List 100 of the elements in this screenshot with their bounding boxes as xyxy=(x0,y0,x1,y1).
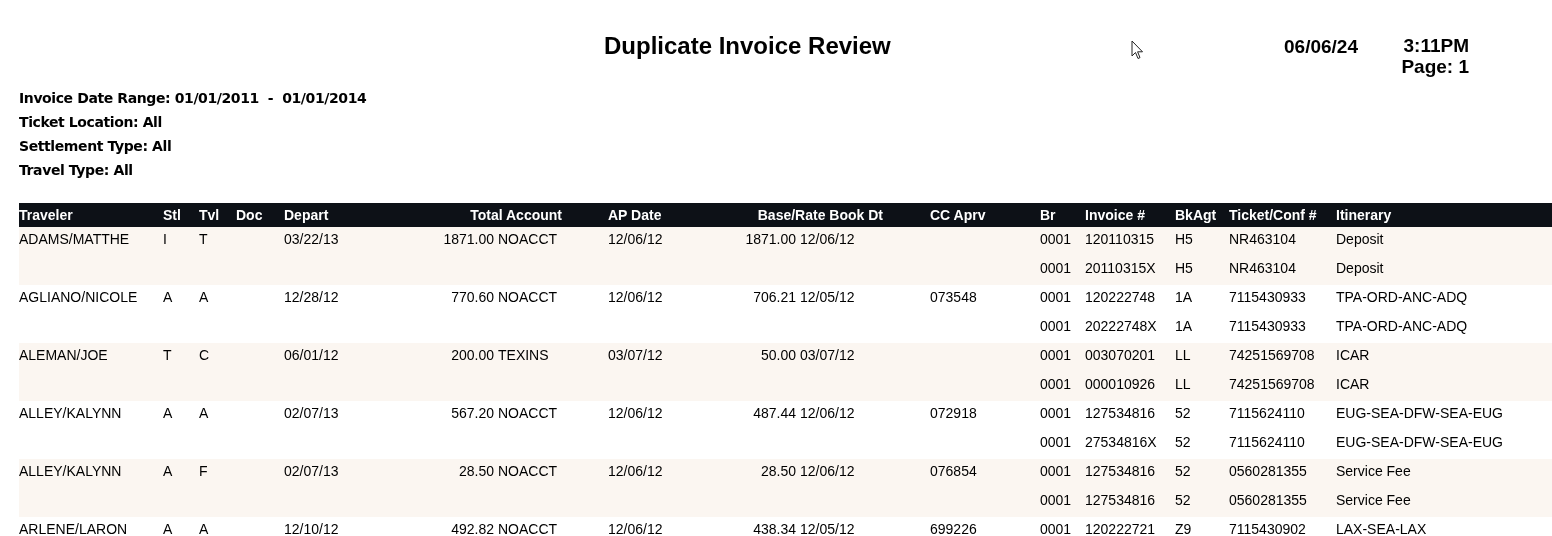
branch-cell-text: 0001 xyxy=(1040,231,1073,247)
settlement-cell-text: T xyxy=(163,347,173,363)
agent-cell-text: 1A xyxy=(1175,289,1194,305)
branch-cell-text: 0001 xyxy=(1040,318,1073,334)
amount-cell-text: 200.00 xyxy=(450,347,495,363)
invoice-cell-text: 127534816 xyxy=(1085,405,1157,421)
agent-cell-text: Z9 xyxy=(1175,521,1193,536)
travel-type-cell-text: T xyxy=(199,231,209,247)
depart-cell-text: 12/10/12 xyxy=(284,521,340,536)
travel-type-cell-text: A xyxy=(199,521,210,536)
amount-cell-text: 492.82 xyxy=(450,521,495,536)
branch-cell-text: 0001 xyxy=(1040,260,1073,276)
ap-date-cell-text: 12/06/12 xyxy=(607,405,664,421)
agent-cell-text: 52 xyxy=(1175,405,1192,421)
ap-date-cell-text: 12/06/12 xyxy=(607,463,664,479)
itinerary-cell-text: EUG-SEA-DFW-SEA-EUG xyxy=(1336,405,1504,421)
column-header: Tvl xyxy=(199,207,221,223)
ticket-cell-text: 7115430902 xyxy=(1229,521,1307,536)
settlement-cell-text: A xyxy=(163,521,174,536)
column-header: Itinerary xyxy=(1336,207,1393,223)
report-title: Duplicate Invoice Review xyxy=(604,32,892,60)
book-date-cell-text: 12/06/12 xyxy=(800,463,856,479)
agent-cell-text: LL xyxy=(1175,376,1192,392)
branch-cell-text: 0001 xyxy=(1040,405,1073,421)
ticket-cell-text: 74251569708 xyxy=(1229,347,1316,363)
column-header: Ticket/Conf # xyxy=(1229,207,1318,223)
account-cell-text: NOACCT xyxy=(498,463,559,479)
itinerary-cell-text: Deposit xyxy=(1336,260,1385,276)
mouse-pointer-icon xyxy=(1131,40,1144,60)
itinerary-cell-text: Service Fee xyxy=(1336,463,1412,479)
agent-cell-text: 52 xyxy=(1175,492,1192,508)
column-header: BkAgt xyxy=(1175,207,1218,223)
ap-date-cell-text: 03/07/12 xyxy=(607,347,664,363)
ap-date-cell-text: 12/06/12 xyxy=(607,521,664,536)
travel-type-cell-text: A xyxy=(199,405,210,421)
invoice-cell-text: 120222721 xyxy=(1085,521,1157,536)
account-cell-text: NOACCT xyxy=(498,231,559,247)
ap-date-cell-text: 12/06/12 xyxy=(607,231,664,247)
ticket-cell-text: 0560281355 xyxy=(1229,463,1308,479)
settlement-cell-text: A xyxy=(163,463,174,479)
amount-cell-text: 770.60 xyxy=(450,289,495,305)
page-number: Page: 1 xyxy=(1401,55,1469,79)
ticket-cell-text: 74251569708 xyxy=(1229,376,1316,392)
travel-type-cell-text: C xyxy=(199,347,211,363)
column-header: Depart xyxy=(284,207,330,223)
branch-cell-text: 0001 xyxy=(1040,376,1073,392)
travel-type-cell-text: A xyxy=(199,289,210,305)
settlement-cell-text: A xyxy=(163,289,174,305)
book-date-cell-text: 03/07/12 xyxy=(800,347,856,363)
base-rate-cell-text: 50.00 xyxy=(759,347,797,363)
filter-label: Invoice Date Range: 01/01/2011 - 01/01/2014 xyxy=(19,89,368,108)
cc-approval-cell-text: 073548 xyxy=(929,289,978,305)
ticket-cell-text: 7115624110 xyxy=(1229,434,1306,450)
column-header: Invoice # xyxy=(1085,207,1146,223)
book-date-cell-text: 12/06/12 xyxy=(800,405,856,421)
itinerary-cell-text: Deposit xyxy=(1336,231,1385,247)
travel-type-cell-text: F xyxy=(199,463,209,479)
ticket-cell-text: 0560281355 xyxy=(1229,492,1308,508)
invoice-cell-text: 003070201 xyxy=(1085,347,1157,363)
itinerary-cell-text: TPA-ORD-ANC-ADQ xyxy=(1336,289,1469,305)
amount-cell-text: 28.50 xyxy=(457,463,495,479)
branch-cell-text: 0001 xyxy=(1040,521,1073,536)
depart-cell-text: 02/07/13 xyxy=(284,405,340,421)
depart-cell-text: 02/07/13 xyxy=(284,463,340,479)
report-date: 06/06/24 xyxy=(1284,36,1359,58)
agent-cell-text: H5 xyxy=(1175,260,1194,276)
report-time: 3:11PM xyxy=(1403,36,1469,55)
base-rate-cell-text: 706.21 xyxy=(752,289,797,305)
itinerary-cell-text: TPA-ORD-ANC-ADQ xyxy=(1336,318,1469,334)
filter-label: Settlement Type: All xyxy=(19,137,173,156)
itinerary-cell-text: EUG-SEA-DFW-SEA-EUG xyxy=(1336,434,1504,450)
depart-cell-text: 12/28/12 xyxy=(284,289,340,305)
column-header: CC Aprv xyxy=(929,207,987,223)
branch-cell-text: 0001 xyxy=(1040,347,1073,363)
ticket-cell-text: 7115430933 xyxy=(1229,318,1307,334)
account-cell-text: NOACCT xyxy=(498,289,559,305)
column-header: Base/Rate Book Dt xyxy=(756,207,884,223)
invoice-cell-text: 000010926 xyxy=(1085,376,1157,392)
column-header: Total Account xyxy=(469,207,563,223)
ticket-cell-text: 7115430933 xyxy=(1229,289,1307,305)
traveler-cell-text: AGLIANO/NICOLE xyxy=(19,289,139,305)
traveler-cell-text: ALLEY/KALYNN xyxy=(19,405,123,421)
amount-cell-text: 567.20 xyxy=(450,405,495,421)
agent-cell-text: 52 xyxy=(1175,434,1192,450)
branch-cell-text: 0001 xyxy=(1040,463,1073,479)
agent-cell-text: H5 xyxy=(1175,231,1194,247)
itinerary-cell-text: LAX-SEA-LAX xyxy=(1336,521,1428,536)
account-cell-text: NOACCT xyxy=(498,405,559,421)
invoice-cell-text: 120110315 xyxy=(1085,231,1156,247)
amount-cell-text: 1871.00 xyxy=(442,231,495,247)
depart-cell-text: 06/01/12 xyxy=(284,347,340,363)
agent-cell-text: 52 xyxy=(1175,463,1192,479)
ap-date-cell-text: 12/06/12 xyxy=(607,289,664,305)
itinerary-cell-text: Service Fee xyxy=(1336,492,1412,508)
account-cell-text: TEXINS xyxy=(498,347,550,363)
account-cell-text: NOACCT xyxy=(498,521,559,536)
settlement-cell-text: A xyxy=(163,405,174,421)
branch-cell-text: 0001 xyxy=(1040,492,1073,508)
branch-cell-text: 0001 xyxy=(1040,289,1073,305)
itinerary-cell-text: ICAR xyxy=(1336,347,1371,363)
